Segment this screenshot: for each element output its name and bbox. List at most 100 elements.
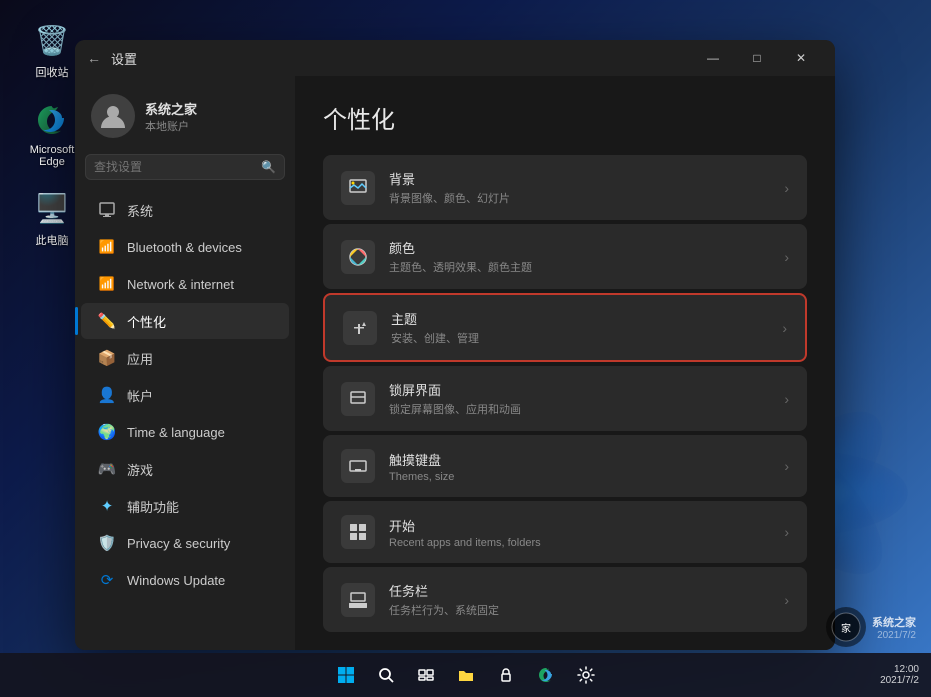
sidebar-item-privacy[interactable]: 🛡️ Privacy & security bbox=[81, 525, 289, 561]
lock-screen-sub: 锁定屏幕图像、应用和动画 bbox=[389, 401, 770, 417]
apps-icon: 📦 bbox=[97, 348, 117, 368]
this-pc-icon: 🖥️ bbox=[32, 188, 72, 228]
sidebar-item-accessibility[interactable]: ✦ 辅助功能 bbox=[81, 488, 289, 524]
lock-screen-arrow: › bbox=[784, 391, 789, 407]
background-title: 背景 bbox=[389, 169, 770, 188]
desktop: 🗑️ 回收站 bbox=[0, 0, 931, 697]
accounts-icon: 👤 bbox=[97, 385, 117, 405]
setting-item-themes[interactable]: 主题 安装、创建、管理 › bbox=[323, 293, 807, 362]
sidebar-item-label-windows-update: Windows Update bbox=[127, 573, 225, 588]
main-content: 个性化 背景 背景图像、颜色、幻灯片 › bbox=[295, 76, 835, 650]
background-text: 背景 背景图像、颜色、幻灯片 bbox=[389, 169, 770, 206]
window-controls: — □ ✕ bbox=[691, 42, 823, 74]
sidebar-item-time[interactable]: 🌍 Time & language bbox=[81, 414, 289, 450]
taskbar-icon bbox=[341, 583, 375, 617]
taskbar-search-button[interactable] bbox=[368, 657, 404, 693]
sidebar-item-label-accessibility: 辅助功能 bbox=[127, 497, 179, 516]
sidebar-item-label-system: 系统 bbox=[127, 201, 153, 220]
taskbar-start-button[interactable] bbox=[328, 657, 364, 693]
bluetooth-icon: 📶 bbox=[97, 237, 117, 257]
taskbar-settings-button[interactable] bbox=[568, 657, 604, 693]
taskbar-text: 任务栏 任务栏行为、系统固定 bbox=[389, 581, 770, 618]
setting-item-touch-keyboard[interactable]: 触摸键盘 Themes, size › bbox=[323, 435, 807, 497]
sidebar-item-network[interactable]: 📶 Network & internet bbox=[81, 266, 289, 302]
themes-icon bbox=[343, 311, 377, 345]
start-sub: Recent apps and items, folders bbox=[389, 537, 770, 549]
brand-logo-icon: 家 bbox=[826, 607, 866, 647]
start-title: 开始 bbox=[389, 516, 770, 535]
windows-update-icon: ⟳ bbox=[97, 570, 117, 590]
back-button[interactable]: ← bbox=[87, 50, 101, 66]
sidebar-item-label-bluetooth: Bluetooth & devices bbox=[127, 240, 242, 255]
start-icon bbox=[341, 515, 375, 549]
search-input[interactable] bbox=[94, 160, 261, 174]
user-profile[interactable]: 系统之家 本地账户 bbox=[75, 84, 295, 154]
setting-item-taskbar[interactable]: 任务栏 任务栏行为、系统固定 › bbox=[323, 567, 807, 632]
user-name: 系统之家 bbox=[145, 99, 197, 118]
touch-keyboard-arrow: › bbox=[784, 458, 789, 474]
page-title: 个性化 bbox=[323, 100, 807, 135]
search-box[interactable]: 🔍 bbox=[85, 154, 285, 180]
themes-text: 主题 安装、创建、管理 bbox=[391, 309, 768, 346]
close-button[interactable]: ✕ bbox=[779, 42, 823, 74]
settings-window: ← 设置 — □ ✕ bbox=[75, 40, 835, 650]
sidebar-item-windows-update[interactable]: ⟳ Windows Update bbox=[81, 562, 289, 598]
network-icon: 📶 bbox=[97, 274, 117, 294]
touch-keyboard-text: 触摸键盘 Themes, size bbox=[389, 450, 770, 483]
sidebar-item-label-apps: 应用 bbox=[127, 349, 153, 368]
sidebar-item-accounts[interactable]: 👤 帐户 bbox=[81, 377, 289, 413]
start-text: 开始 Recent apps and items, folders bbox=[389, 516, 770, 549]
gaming-icon: 🎮 bbox=[97, 459, 117, 479]
minimize-button[interactable]: — bbox=[691, 42, 735, 74]
taskbar-task-view-button[interactable] bbox=[408, 657, 444, 693]
privacy-icon: 🛡️ bbox=[97, 533, 117, 553]
svg-text:家: 家 bbox=[841, 622, 851, 635]
taskbar-title: 任务栏 bbox=[389, 581, 770, 600]
taskbar-time: 12:00 bbox=[880, 664, 919, 675]
system-icon bbox=[97, 200, 117, 220]
colors-title: 颜色 bbox=[389, 238, 770, 257]
setting-item-background[interactable]: 背景 背景图像、颜色、幻灯片 › bbox=[323, 155, 807, 220]
sidebar-item-system[interactable]: 系统 bbox=[81, 192, 289, 228]
sidebar-item-label-personalization: 个性化 bbox=[127, 312, 166, 331]
taskbar-date: 2021/7/2 bbox=[880, 675, 919, 686]
setting-item-lock-screen[interactable]: 锁屏界面 锁定屏幕图像、应用和动画 › bbox=[323, 366, 807, 431]
setting-item-colors[interactable]: 颜色 主题色、透明效果、颜色主题 › bbox=[323, 224, 807, 289]
sidebar-item-bluetooth[interactable]: 📶 Bluetooth & devices bbox=[81, 229, 289, 265]
colors-text: 颜色 主题色、透明效果、颜色主题 bbox=[389, 238, 770, 275]
lock-screen-title: 锁屏界面 bbox=[389, 380, 770, 399]
taskbar-edge-button[interactable] bbox=[528, 657, 564, 693]
lock-screen-text: 锁屏界面 锁定屏幕图像、应用和动画 bbox=[389, 380, 770, 417]
recycle-bin-icon: 🗑️ bbox=[32, 20, 72, 60]
sidebar-item-label-privacy: Privacy & security bbox=[127, 536, 230, 551]
themes-sub: 安装、创建、管理 bbox=[391, 330, 768, 346]
sidebar-item-label-accounts: 帐户 bbox=[127, 386, 153, 405]
sidebar-item-apps[interactable]: 📦 应用 bbox=[81, 340, 289, 376]
recycle-bin-label: 回收站 bbox=[36, 64, 69, 80]
user-info: 系统之家 本地账户 bbox=[145, 99, 197, 134]
sidebar-item-personalization[interactable]: ✏️ 个性化 bbox=[81, 303, 289, 339]
background-sub: 背景图像、颜色、幻灯片 bbox=[389, 190, 770, 206]
colors-sub: 主题色、透明效果、颜色主题 bbox=[389, 259, 770, 275]
taskbar-explorer-button[interactable] bbox=[448, 657, 484, 693]
touch-keyboard-sub: Themes, size bbox=[389, 471, 770, 483]
taskbar-security-button[interactable] bbox=[488, 657, 524, 693]
touch-keyboard-title: 触摸键盘 bbox=[389, 450, 770, 469]
avatar bbox=[91, 94, 135, 138]
title-bar: ← 设置 — □ ✕ bbox=[75, 40, 835, 76]
taskbar-datetime: 12:00 2021/7/2 bbox=[880, 664, 919, 686]
taskbar-arrow: › bbox=[784, 592, 789, 608]
colors-arrow: › bbox=[784, 249, 789, 265]
touch-keyboard-icon bbox=[341, 449, 375, 483]
maximize-button[interactable]: □ bbox=[735, 42, 779, 74]
taskbar-sub: 任务栏行为、系统固定 bbox=[389, 602, 770, 618]
background-arrow: › bbox=[784, 180, 789, 196]
setting-item-start[interactable]: 开始 Recent apps and items, folders › bbox=[323, 501, 807, 563]
sidebar-item-gaming[interactable]: 🎮 游戏 bbox=[81, 451, 289, 487]
this-pc-label: 此电脑 bbox=[36, 232, 69, 248]
taskbar-right-area: 12:00 2021/7/2 bbox=[880, 664, 919, 686]
settings-body: 系统之家 本地账户 🔍 系统 📶 bbox=[75, 76, 835, 650]
time-icon: 🌍 bbox=[97, 422, 117, 442]
sidebar-item-label-time: Time & language bbox=[127, 425, 225, 440]
edge-icon bbox=[32, 100, 72, 140]
